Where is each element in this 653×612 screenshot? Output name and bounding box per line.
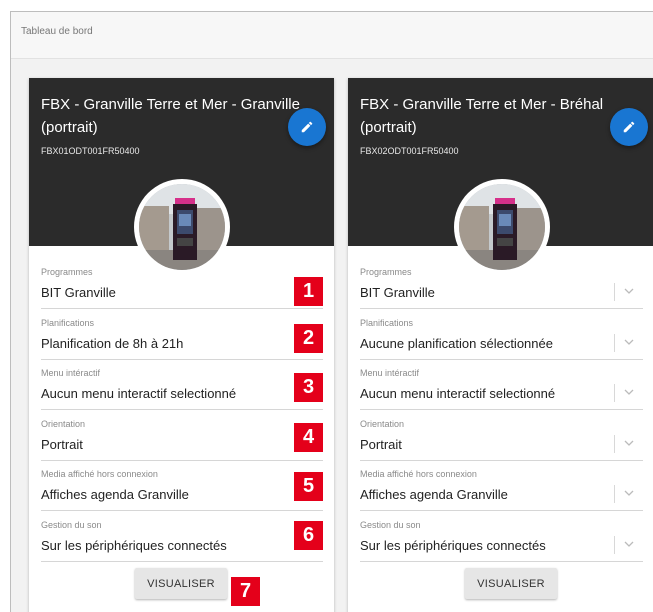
annotation-badge-6: 6	[294, 521, 323, 550]
planifications-field[interactable]: Planifications Planification de 8h à 21h	[41, 318, 323, 360]
gestion-son-select[interactable]: Gestion du son Sur les périphériques con…	[360, 520, 643, 562]
programmes-field[interactable]: Programmes BIT Granville	[41, 267, 323, 309]
field-label: Orientation	[41, 419, 86, 429]
planifications-select[interactable]: Planifications Aucune planification séle…	[360, 318, 643, 360]
menu-interactif-select[interactable]: Menu intéractif Aucun menu interactif se…	[360, 368, 643, 410]
field-label: Planifications	[360, 318, 414, 328]
chevron-down-icon[interactable]	[623, 437, 635, 449]
card-title: FBX - Granville Terre et Mer - Bréhal (p…	[360, 96, 604, 136]
field-value: Affiches agenda Granville	[360, 487, 508, 502]
kiosk-photo	[139, 184, 225, 270]
field-value: Aucun menu interactif selectionné	[360, 386, 556, 401]
field-value: BIT Granville	[360, 285, 435, 300]
field-label: Planifications	[41, 318, 95, 328]
divider	[614, 435, 615, 453]
media-hors-connexion-select[interactable]: Media affiché hors connexion Affiches ag…	[360, 469, 643, 511]
annotation-badge-3: 3	[294, 373, 323, 402]
menu-interactif-field[interactable]: Menu intéractif Aucun menu interactif se…	[41, 368, 323, 410]
visualiser-button[interactable]: VISUALISER	[465, 568, 557, 599]
field-label: Menu intéractif	[360, 368, 420, 378]
device-card-brehal: FBX - Granville Terre et Mer - Bréhal (p…	[348, 78, 653, 612]
chevron-down-icon[interactable]	[623, 285, 635, 297]
annotation-badge-7: 7	[231, 577, 260, 606]
field-value: Aucune planification sélectionnée	[360, 336, 553, 351]
device-code: FBX01ODT001FR50400	[41, 146, 140, 156]
visualiser-button[interactable]: VISUALISER	[135, 568, 227, 599]
pencil-icon	[301, 121, 313, 133]
chevron-down-icon[interactable]	[623, 538, 635, 550]
divider	[614, 334, 615, 352]
programmes-select[interactable]: Programmes BIT Granville	[360, 267, 643, 309]
field-value: Portrait	[360, 437, 402, 452]
field-label: Menu intéractif	[41, 368, 101, 378]
field-value: Affiches agenda Granville	[41, 487, 189, 502]
device-avatar	[454, 179, 550, 275]
top-bar: Tableau de bord	[11, 12, 653, 59]
annotation-badge-5: 5	[294, 472, 323, 501]
kiosk-photo	[459, 184, 545, 270]
divider	[614, 384, 615, 402]
orientation-select[interactable]: Orientation Portrait	[360, 419, 643, 461]
field-label: Gestion du son	[41, 520, 102, 530]
edit-button[interactable]	[610, 108, 648, 146]
annotation-badge-1: 1	[294, 277, 323, 306]
edit-button[interactable]	[288, 108, 326, 146]
chevron-down-icon[interactable]	[623, 386, 635, 398]
divider	[614, 283, 615, 301]
dashboard-frame: Tableau de bord FBX - Granville Terre et…	[10, 11, 653, 612]
annotation-badge-2: 2	[294, 324, 323, 353]
divider	[614, 536, 615, 554]
annotation-badge-4: 4	[294, 423, 323, 452]
field-value: Sur les périphériques connectés	[41, 538, 227, 553]
field-value: Sur les périphériques connectés	[360, 538, 546, 553]
field-label: Programmes	[41, 267, 93, 277]
device-avatar	[134, 179, 230, 275]
chevron-down-icon[interactable]	[623, 487, 635, 499]
gestion-son-field[interactable]: Gestion du son Sur les périphériques con…	[41, 520, 323, 562]
page-title: Tableau de bord	[21, 26, 93, 37]
media-hors-connexion-field[interactable]: Media affiché hors connexion Affiches ag…	[41, 469, 323, 511]
field-value: Aucun menu interactif selectionné	[41, 386, 237, 401]
device-code: FBX02ODT001FR50400	[360, 146, 459, 156]
pencil-icon	[623, 121, 635, 133]
device-card-granville: FBX - Granville Terre et Mer - Granville…	[29, 78, 334, 612]
chevron-down-icon[interactable]	[623, 336, 635, 348]
field-value: Planification de 8h à 21h	[41, 336, 184, 351]
field-label: Gestion du son	[360, 520, 421, 530]
field-label: Media affiché hors connexion	[41, 469, 158, 479]
divider	[614, 485, 615, 503]
field-label: Orientation	[360, 419, 405, 429]
orientation-field[interactable]: Orientation Portrait	[41, 419, 323, 461]
field-value: BIT Granville	[41, 285, 116, 300]
field-label: Media affiché hors connexion	[360, 469, 477, 479]
field-label: Programmes	[360, 267, 412, 277]
card-title: FBX - Granville Terre et Mer - Granville…	[41, 96, 300, 136]
field-value: Portrait	[41, 437, 83, 452]
